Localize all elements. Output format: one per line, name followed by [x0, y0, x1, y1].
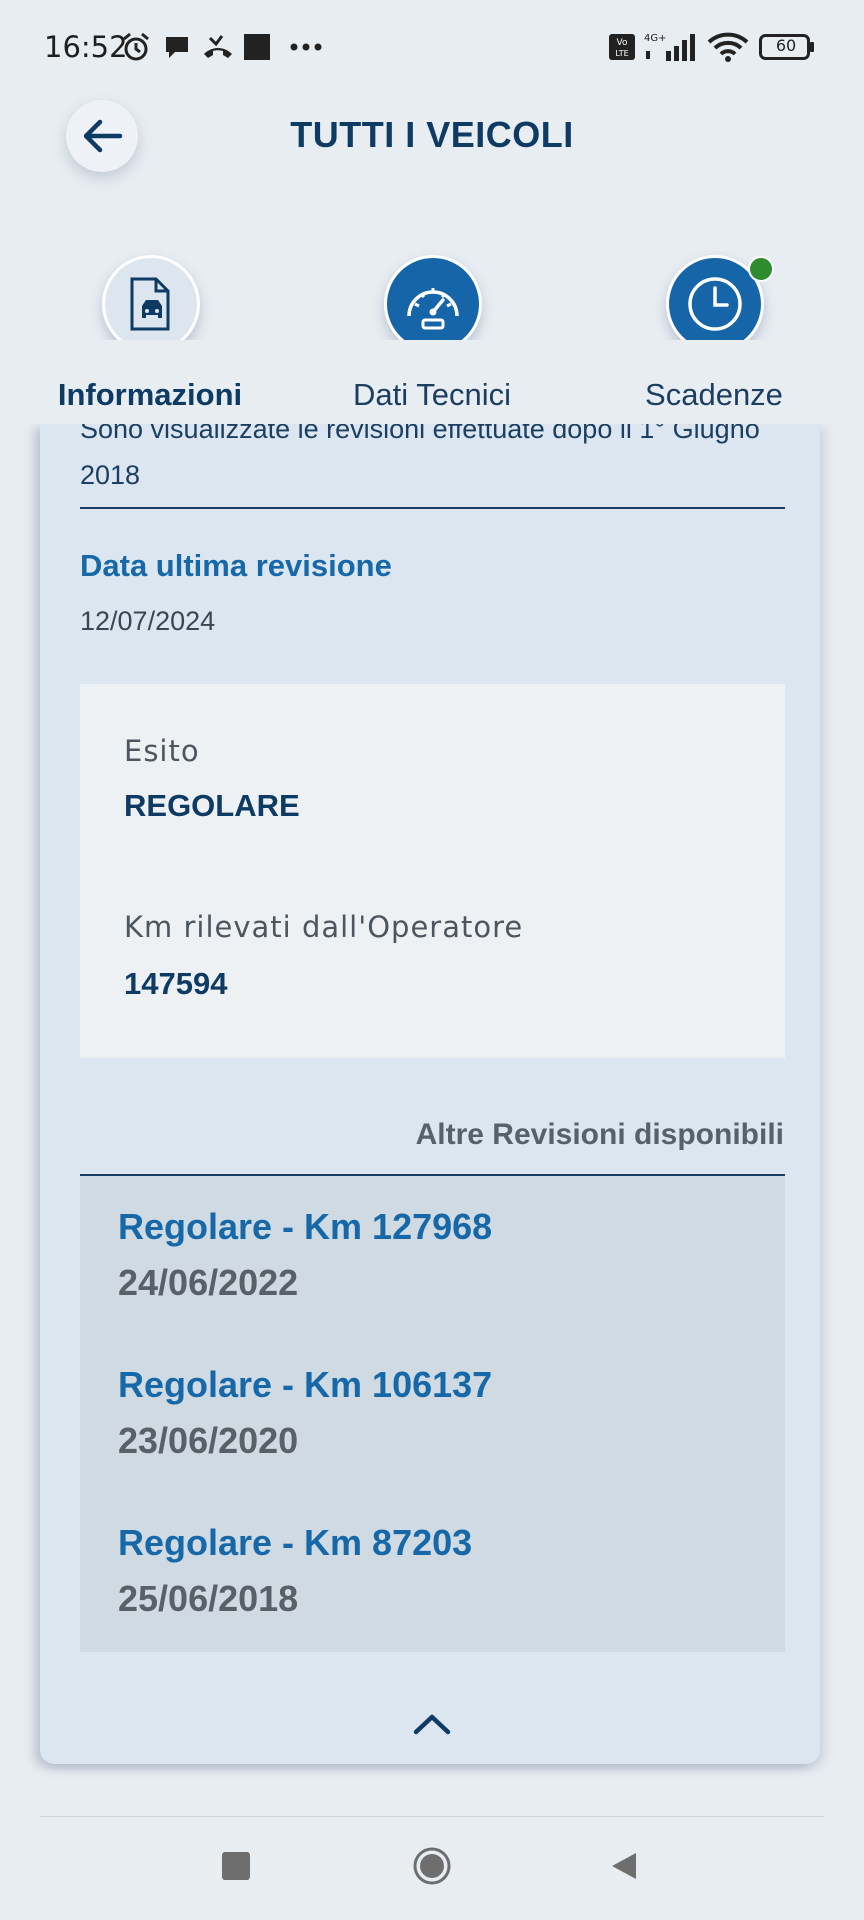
other-revisions-list: Regolare - Km 127968 24/06/2022 Regolare…	[80, 1176, 785, 1652]
collapse-button[interactable]	[402, 1704, 462, 1744]
tab-dati-tecnici-label-top[interactable]: Dati Tecnici	[302, 377, 562, 413]
missed-call-icon	[200, 30, 236, 64]
esito-value: REGOLARE	[124, 788, 300, 823]
tab-dati-tecnici-button[interactable]	[384, 255, 482, 353]
tab-scadenze-label-top[interactable]: Scadenze	[584, 377, 844, 413]
chat-icon	[160, 30, 194, 64]
status-bar: 16:52 Vo LTE 4G+ 60	[0, 0, 864, 96]
list-item-title: Regolare - Km 106137	[118, 1364, 493, 1405]
clock-icon	[688, 277, 742, 331]
list-item-date: 25/06/2018	[118, 1578, 299, 1619]
info-text-clip: Sono visualizzate le revisioni effettuat…	[40, 424, 820, 506]
last-revision-label: Data ultima revisione	[80, 548, 392, 583]
wifi-icon	[706, 30, 750, 64]
revision-result-box: Esito REGOLARE Km rilevati dall'Operator…	[80, 684, 785, 1058]
esito-label: Esito	[124, 734, 200, 768]
home-button[interactable]	[412, 1846, 452, 1886]
nav-divider	[40, 1816, 824, 1817]
speedometer-icon	[407, 288, 459, 330]
app-notification-icon	[242, 30, 272, 64]
last-revision-date: 12/07/2024	[80, 606, 216, 636]
scadenze-notification-dot	[748, 256, 774, 282]
km-label: Km rilevati dall'Operatore	[124, 910, 524, 944]
svg-text:LTE: LTE	[615, 49, 628, 58]
tab-informazioni-label-top[interactable]: Informazioni	[20, 377, 280, 413]
recent-apps-button[interactable]	[222, 1852, 250, 1880]
chevron-up-icon	[413, 1714, 451, 1735]
battery-level: 60	[775, 36, 797, 55]
more-notifications-icon	[288, 30, 324, 64]
section-divider	[80, 507, 785, 509]
other-revisions-title: Altre Revisioni disponibili	[415, 1118, 784, 1151]
page-title: TUTTI I VEICOLI	[290, 114, 574, 155]
volte-icon: Vo LTE	[608, 30, 636, 64]
list-item[interactable]: Regolare - Km 127968 24/06/2022	[118, 1206, 738, 1304]
km-value: 147594	[124, 966, 228, 1001]
svg-text:4G+: 4G+	[644, 33, 667, 44]
car-document-icon	[130, 277, 170, 331]
alarm-icon	[118, 30, 154, 64]
list-item-date: 23/06/2020	[118, 1420, 299, 1461]
list-item[interactable]: Regolare - Km 87203 25/06/2018	[118, 1522, 738, 1620]
list-item-date: 24/06/2022	[118, 1262, 299, 1303]
signal-icon: 4G+	[642, 30, 698, 64]
status-time: 16:52	[44, 30, 128, 64]
svg-text:Vo: Vo	[617, 38, 628, 48]
tab-informazioni-button[interactable]	[102, 255, 200, 353]
list-item-title: Regolare - Km 127968	[118, 1206, 493, 1247]
triangle-back-icon	[612, 1853, 636, 1879]
home-circle-icon	[413, 1847, 451, 1885]
revision-info-text: Sono visualizzate le revisioni effettuat…	[80, 424, 760, 490]
back-nav-button[interactable]	[608, 1850, 640, 1882]
list-item-title: Regolare - Km 87203	[118, 1522, 473, 1563]
list-item[interactable]: Regolare - Km 106137 23/06/2020	[118, 1364, 738, 1462]
